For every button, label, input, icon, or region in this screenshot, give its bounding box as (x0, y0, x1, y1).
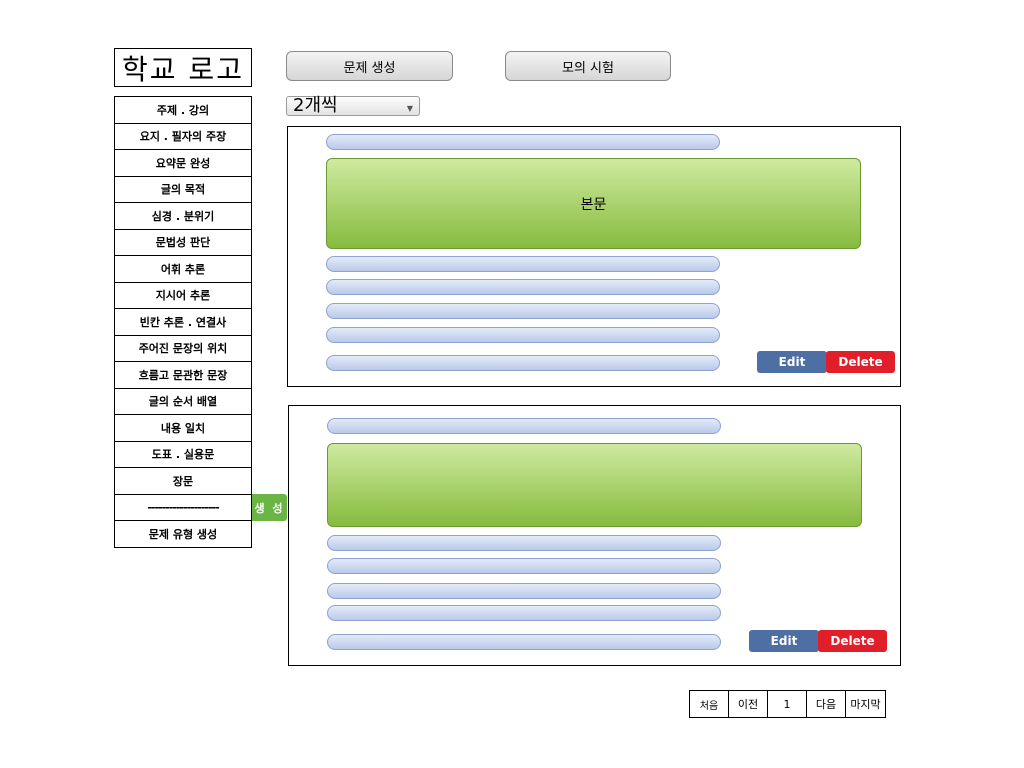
question-card: 본문 Edit Delete (287, 126, 901, 387)
sidebar-item-summary[interactable]: 요약문 완성 (115, 150, 251, 177)
choice-bar (327, 583, 721, 599)
sidebar-item-long-passage[interactable]: 장문 (115, 468, 251, 495)
question-title-bar (327, 418, 721, 434)
choice-bar (327, 605, 721, 621)
page-number-current[interactable]: 1 (768, 691, 807, 717)
page-last-button[interactable]: 마지막 (846, 691, 885, 717)
sidebar-item-gist[interactable]: 요지 . 필자의 주장 (115, 123, 251, 150)
mock-exam-button[interactable]: 모의 시험 (505, 51, 671, 81)
question-type-sidebar: 주제 . 강의 요지 . 필자의 주장 요약문 완성 글의 목적 심경 . 분위… (114, 96, 252, 548)
pagination: 처음 이전 1 다음 마지막 (689, 690, 886, 718)
sidebar-divider: -------------------- (115, 494, 251, 521)
page-first-button[interactable]: 처음 (690, 691, 729, 717)
sidebar-item-create-type[interactable]: 문제 유형 생성 (115, 521, 251, 548)
school-logo: 학교 로고 (114, 48, 252, 87)
edit-button[interactable]: Edit (749, 630, 819, 652)
sidebar-item-vocabulary[interactable]: 어휘 추론 (115, 256, 251, 283)
answer-bar (326, 355, 720, 371)
choice-bar (326, 303, 720, 319)
choice-bar (327, 558, 721, 574)
choice-bar (326, 327, 720, 343)
items-per-page-value: 2개씩 (293, 95, 338, 116)
sidebar-item-chart[interactable]: 도표 . 실용문 (115, 441, 251, 468)
choice-bar (326, 256, 720, 272)
sidebar-item-reference[interactable]: 지시어 추론 (115, 282, 251, 309)
question-card: Edit Delete (288, 405, 901, 666)
choice-bar (327, 535, 721, 551)
sidebar-item-blank[interactable]: 빈칸 추론 . 연결사 (115, 309, 251, 336)
chevron-down-icon: ▼ (406, 104, 413, 113)
passage-box: 본문 (326, 158, 861, 249)
question-title-bar (326, 134, 720, 150)
page-prev-button[interactable]: 이전 (729, 691, 768, 717)
passage-box (327, 443, 862, 527)
items-per-page-select[interactable]: 2개씩 ▼ (286, 96, 420, 116)
choice-bar (326, 279, 720, 295)
sidebar-item-topic[interactable]: 주제 . 강의 (115, 97, 251, 124)
generate-button[interactable]: 생 성 (252, 494, 287, 521)
sidebar-item-irrelevant-sentence[interactable]: 흐름고 문관한 문장 (115, 362, 251, 389)
sidebar-item-content-match[interactable]: 내용 일치 (115, 415, 251, 442)
edit-button[interactable]: Edit (757, 351, 827, 373)
delete-button[interactable]: Delete (818, 630, 887, 652)
sidebar-item-grammar[interactable]: 문법성 판단 (115, 229, 251, 256)
sidebar-item-order[interactable]: 글의 순서 배열 (115, 388, 251, 415)
sidebar-item-purpose[interactable]: 글의 목적 (115, 176, 251, 203)
page-next-button[interactable]: 다음 (807, 691, 846, 717)
sidebar-item-mood[interactable]: 심경 . 분위기 (115, 203, 251, 230)
create-question-button[interactable]: 문제 생성 (286, 51, 453, 81)
delete-button[interactable]: Delete (826, 351, 895, 373)
answer-bar (327, 634, 721, 650)
sidebar-item-sentence-position[interactable]: 주어진 문장의 위치 (115, 335, 251, 362)
